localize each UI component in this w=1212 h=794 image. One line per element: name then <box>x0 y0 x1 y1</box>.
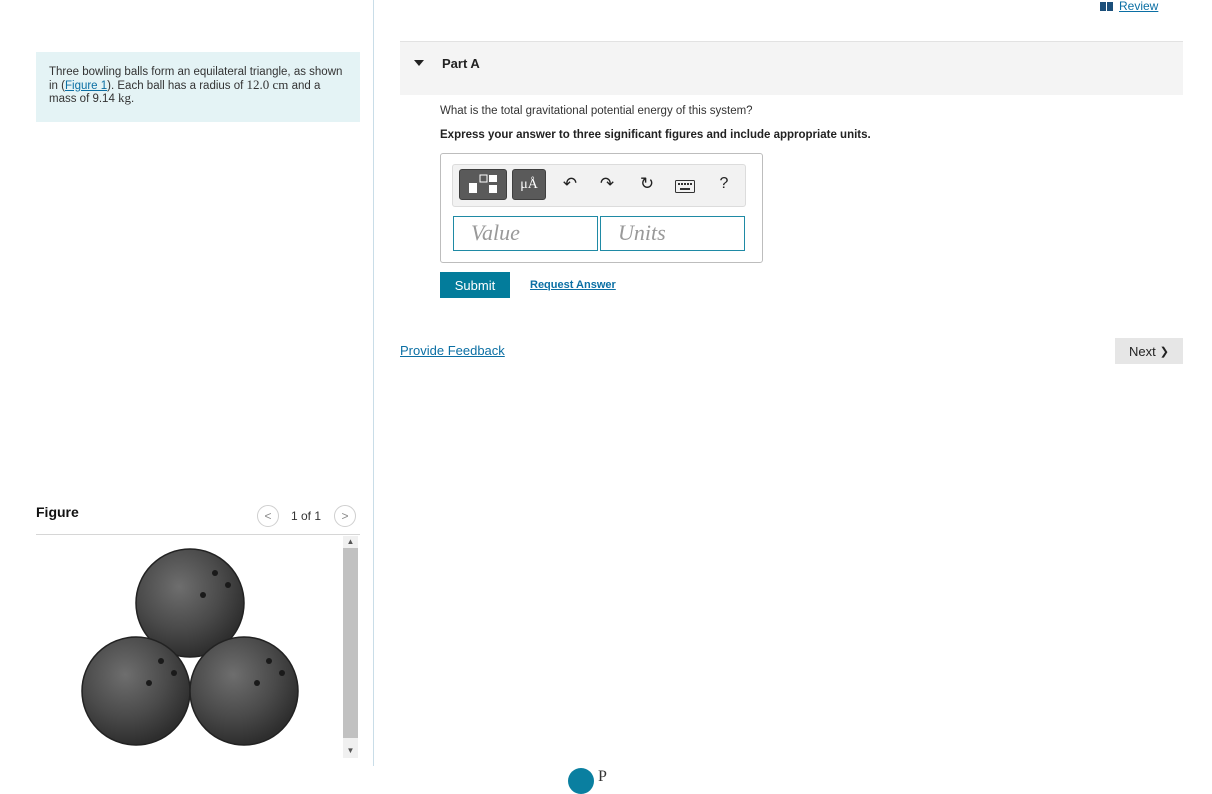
next-button[interactable]: Next ❯ <box>1115 338 1183 364</box>
radius-value: 12.0 <box>246 76 270 92</box>
scroll-down-icon[interactable]: ▼ <box>343 746 358 755</box>
reset-icon[interactable]: ↻ <box>636 174 658 194</box>
templates-button[interactable] <box>459 169 507 200</box>
panel-divider <box>373 0 374 766</box>
keyboard-icon[interactable] <box>675 180 695 198</box>
figure-scrollbar-thumb[interactable] <box>343 548 358 738</box>
part-title: Part A <box>442 56 480 71</box>
chevron-left-icon: < <box>264 509 272 523</box>
part-a-header[interactable] <box>400 41 1183 95</box>
submit-button[interactable]: Submit <box>440 272 510 298</box>
value-input[interactable]: Value <box>453 216 598 251</box>
provide-feedback-link[interactable]: Provide Feedback <box>400 343 505 358</box>
redo-icon[interactable]: ↷ <box>596 174 618 194</box>
bowling-balls-figure <box>81 548 299 746</box>
question-text: What is the total gravitational potentia… <box>440 105 753 117</box>
radius-unit: cm <box>272 76 289 92</box>
chevron-right-icon: ❯ <box>1159 345 1169 358</box>
scroll-up-icon[interactable]: ▲ <box>343 537 358 546</box>
figure-divider <box>36 534 360 535</box>
units-icon: μÅ <box>520 176 538 192</box>
caret-down-icon[interactable] <box>414 60 424 66</box>
footer-brand: P <box>598 768 607 785</box>
mass-unit: kg <box>118 90 132 105</box>
figure-counter: 1 of 1 <box>291 509 322 523</box>
help-icon[interactable]: ? <box>713 175 735 193</box>
units-input[interactable]: Units <box>600 216 745 251</box>
bowling-ball-right <box>189 636 299 746</box>
review-label: Review <box>1119 0 1159 13</box>
figure-title: Figure <box>36 504 79 520</box>
pearson-logo-icon <box>568 768 594 794</box>
review-link[interactable]: Review <box>1100 0 1158 13</box>
instruction-text: Express your answer to three significant… <box>440 129 871 141</box>
figure-next-button[interactable]: > <box>334 505 356 527</box>
next-label: Next <box>1129 343 1156 359</box>
figure-prev-button[interactable]: < <box>257 505 279 527</box>
templates-icon <box>469 174 497 193</box>
undo-icon[interactable]: ↶ <box>559 174 581 194</box>
problem-statement: Three bowling balls form an equilateral … <box>36 52 360 122</box>
book-icon <box>1100 1 1113 11</box>
request-answer-link[interactable]: Request Answer <box>530 279 616 291</box>
chevron-right-icon: > <box>341 509 349 523</box>
units-button[interactable]: μÅ <box>512 169 546 200</box>
problem-text-end: . <box>131 93 135 105</box>
figure-link[interactable]: Figure 1 <box>65 80 107 92</box>
bowling-ball-left <box>81 636 191 746</box>
